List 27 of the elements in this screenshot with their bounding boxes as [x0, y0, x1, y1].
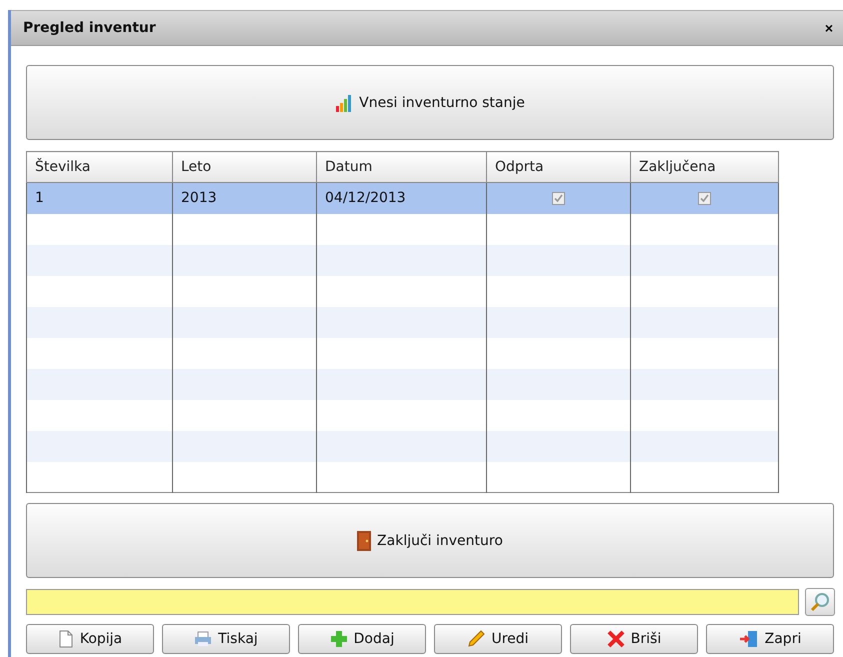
column-header[interactable]: Zaključena	[630, 152, 778, 182]
printer-icon	[194, 631, 212, 647]
plus-icon	[330, 630, 348, 648]
search-field[interactable]	[26, 589, 799, 615]
close-button[interactable]: ×	[824, 20, 833, 36]
column-header[interactable]: Odprta	[486, 152, 630, 182]
column-header[interactable]: Leto	[172, 152, 316, 182]
column-header[interactable]: Številka	[26, 152, 172, 182]
window-title: Pregled inventur	[23, 20, 156, 36]
exit-button[interactable]: Zapri	[706, 624, 834, 654]
enter-stock-button[interactable]: Vnesi inventurno stanje	[26, 65, 834, 140]
pencil-icon	[467, 630, 486, 648]
copy-button[interactable]: Kopija	[26, 624, 154, 654]
add-button[interactable]: Dodaj	[298, 624, 426, 654]
edit-button[interactable]: Uredi	[434, 624, 562, 654]
search-icon	[810, 592, 830, 612]
table-row[interactable]: 1 2013 04/12/2013	[26, 182, 778, 214]
column-header[interactable]: Datum	[316, 152, 486, 182]
door-icon	[357, 530, 372, 550]
close-inventory-button[interactable]: Zaključi inventuro	[26, 503, 834, 578]
exit-door-icon	[738, 630, 759, 648]
delete-button[interactable]: Briši	[570, 624, 698, 654]
bar-chart-icon	[335, 94, 354, 112]
print-button[interactable]: Tiskaj	[162, 624, 290, 654]
x-icon	[606, 630, 625, 648]
document-icon	[58, 630, 74, 648]
search-button[interactable]	[805, 588, 835, 616]
